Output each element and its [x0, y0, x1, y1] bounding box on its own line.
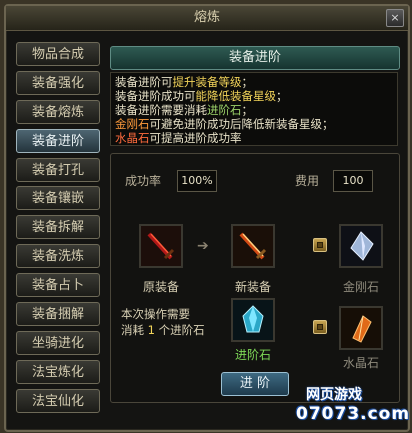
tab-treasure-refine[interactable]: 法宝炼化	[16, 359, 100, 384]
advance-stone-slot[interactable]	[231, 298, 275, 342]
tab-equip-unbind[interactable]: 装备捆解	[16, 302, 100, 327]
desc-line-2: 装备进阶成功可能降低装备星级；	[115, 89, 397, 103]
tab-equip-smelt[interactable]: 装备熔炼	[16, 99, 100, 124]
tab-equip-dismantle[interactable]: 装备拆解	[16, 215, 100, 240]
consume-text: 消耗	[121, 323, 148, 337]
flame-sword-icon	[233, 226, 273, 266]
consume-line-2: 消耗 1 个进阶石	[121, 322, 205, 338]
red-sword-icon	[141, 226, 181, 266]
tab-equip-advance[interactable]: 装备进阶	[16, 128, 100, 153]
consume-text: 个进阶石	[154, 323, 205, 337]
smelting-window: 熔炼 × 物品合成 装备强化 装备熔炼 装备进阶 装备打孔 装备镶嵌 装备拆解 …	[4, 4, 410, 432]
tab-equip-refine[interactable]: 装备洗炼	[16, 244, 100, 269]
blue-stone-icon	[233, 300, 273, 340]
desc-line-1: 装备进阶可提升装备等级；	[115, 75, 397, 89]
advance-stone-label: 进阶石	[234, 348, 271, 362]
desc-text: 可避免进阶成功后降低新装备星级；	[149, 117, 334, 131]
desc-text: ；	[241, 103, 254, 117]
desc-highlight: 水晶石	[115, 131, 150, 145]
desc-highlight: 进阶石	[207, 103, 242, 117]
desc-text: 装备进阶可	[115, 75, 173, 89]
diamond-slot[interactable]	[339, 224, 383, 268]
function-tabs: 物品合成 装备强化 装备熔炼 装备进阶 装备打孔 装备镶嵌 装备拆解 装备洗炼 …	[16, 42, 102, 418]
tab-mount-evolve[interactable]: 坐骑进化	[16, 330, 100, 355]
desc-highlight: 能降低装备星级	[195, 89, 277, 103]
diamond-checkbox[interactable]	[313, 238, 327, 252]
orange-crystal-icon	[341, 308, 381, 348]
desc-highlight: 金刚石	[115, 117, 150, 131]
close-button[interactable]: ×	[386, 9, 404, 27]
tab-equip-divination[interactable]: 装备占卜	[16, 273, 100, 298]
description-box: 装备进阶可提升装备等级； 装备进阶成功可能降低装备星级； 装备进阶需要消耗进阶石…	[110, 72, 398, 146]
desc-text: ；	[241, 75, 254, 89]
site-watermark: 网页游戏 07073.com	[290, 380, 411, 430]
watermark-line-1: 网页游戏	[306, 387, 362, 403]
consume-count: 1	[147, 323, 155, 337]
tab-equip-enhance[interactable]: 装备强化	[16, 70, 100, 95]
cost-label: 费用	[295, 174, 320, 188]
tab-item-synthesis[interactable]: 物品合成	[16, 42, 100, 66]
section-header: 装备进阶	[110, 46, 400, 70]
new-equipment-slot	[231, 224, 275, 268]
crystal-slot[interactable]	[339, 306, 383, 350]
desc-text: 装备进阶需要消耗	[115, 103, 207, 117]
watermark-line-2: 07073.com	[296, 404, 411, 424]
success-rate-value: 100%	[177, 170, 217, 192]
arrow-right-icon: ➔	[197, 238, 209, 254]
advance-panel: 成功率 100% 费用 100 ➔ 原装备 新装备 金刚石 本次操作需要 消耗 …	[110, 153, 400, 403]
window-titlebar[interactable]: 熔炼	[6, 6, 408, 31]
desc-line-5: 水晶石可提高进阶成功率	[115, 131, 397, 145]
tab-equip-inlay[interactable]: 装备镶嵌	[16, 186, 100, 211]
desc-highlight: 提升装备等级	[172, 75, 242, 89]
new-equipment-label: 新装备	[234, 280, 271, 294]
diamond-label: 金刚石	[342, 280, 379, 294]
desc-line-4: 金刚石可避免进阶成功后降低新装备星级；	[115, 117, 397, 131]
consume-line-1: 本次操作需要	[121, 307, 190, 321]
original-equipment-label: 原装备	[142, 280, 179, 294]
advance-button[interactable]: 进 阶	[221, 372, 289, 396]
desc-text: ；	[276, 89, 288, 103]
desc-line-3: 装备进阶需要消耗进阶石；	[115, 103, 397, 117]
desc-text: 装备进阶成功可	[115, 89, 196, 103]
success-rate-label: 成功率	[125, 174, 162, 188]
tab-treasure-immortal[interactable]: 法宝仙化	[16, 388, 100, 413]
cost-value: 100	[333, 170, 373, 192]
desc-text: 可提高进阶成功率	[149, 131, 242, 145]
tab-equip-punch[interactable]: 装备打孔	[16, 157, 100, 182]
window-title: 熔炼	[193, 10, 220, 25]
crystal-label: 水晶石	[342, 356, 379, 370]
crystal-checkbox[interactable]	[313, 320, 327, 334]
diamond-gem-icon	[341, 226, 381, 266]
original-equipment-slot[interactable]	[139, 224, 183, 268]
